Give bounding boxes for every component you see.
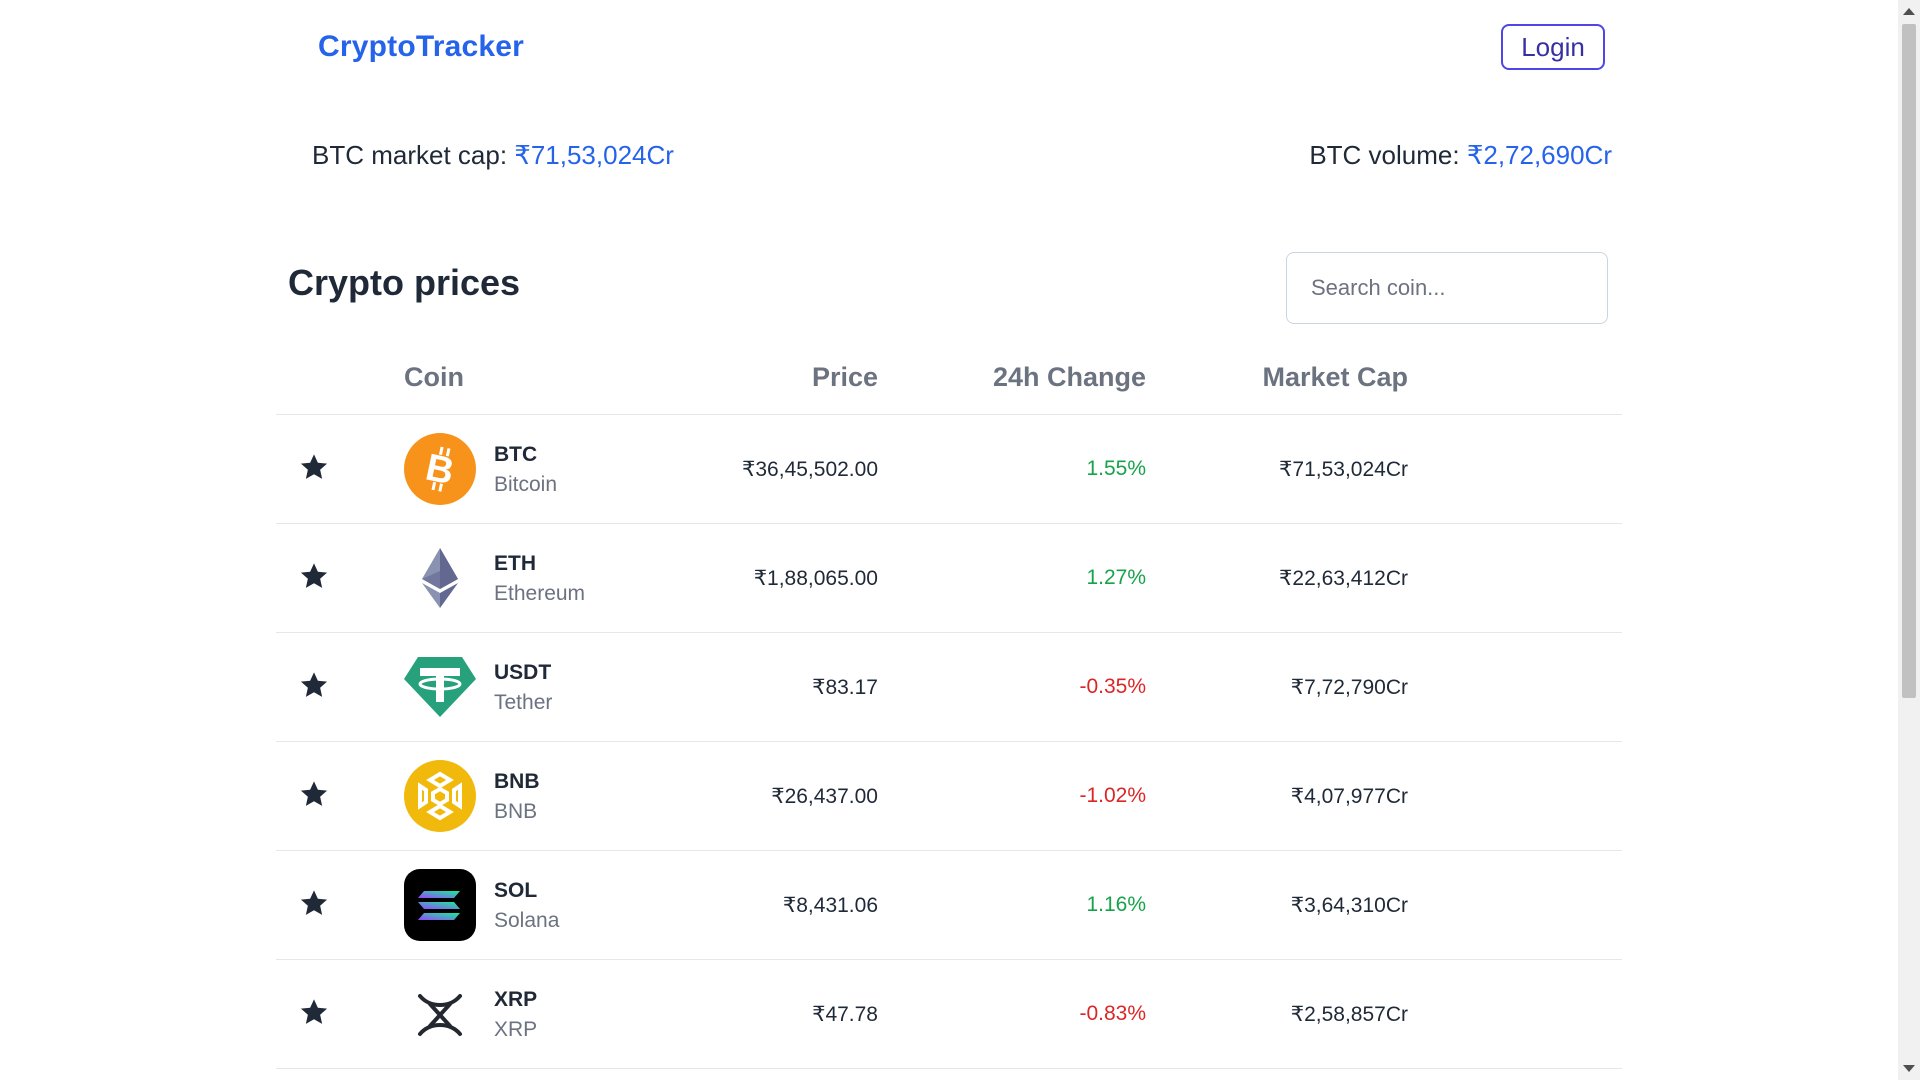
market-cap-label: BTC market cap: [312, 140, 515, 170]
table-header: Coin Price 24h Change Market Cap [276, 340, 1622, 415]
coin-name: Solana [494, 909, 560, 932]
coin-price: ₹36,45,502.00 [742, 458, 878, 481]
coin-name: XRP [494, 1018, 538, 1041]
btc-market-cap-stat: BTC market cap: ₹71,53,024Cr [312, 140, 674, 171]
favorite-star-icon[interactable] [298, 451, 330, 483]
coin-24h-change: -0.83% [1079, 1002, 1146, 1025]
favorite-star-icon[interactable] [298, 887, 330, 919]
table-row[interactable]: USDT Tether ₹83.17 -0.35% ₹7,72,790Cr [276, 633, 1622, 742]
coin-market-cap: ₹22,63,412Cr [1279, 567, 1408, 590]
coin-market-cap: ₹7,72,790Cr [1290, 676, 1408, 699]
scroll-down-arrow-icon[interactable] [1903, 1065, 1915, 1072]
coin-symbol: ETH [494, 552, 536, 575]
coin-market-cap: ₹3,64,310Cr [1290, 894, 1408, 917]
volume-value: ₹2,72,690Cr [1466, 140, 1612, 170]
table-row[interactable]: B BTC Bitcoin ₹36,45,502.00 1.55% ₹71,53,024C… [276, 415, 1622, 524]
table-row[interactable]: BNB BNB ₹26,437.00 -1.02% ₹4,07,977Cr [276, 742, 1622, 851]
page: CryptoTracker Login BTC market cap: ₹71,… [0, 0, 1920, 1080]
coin-24h-change: 1.55% [1086, 457, 1146, 480]
coin-symbol: BNB [494, 770, 540, 793]
scroll-thumb[interactable] [1902, 24, 1916, 698]
coin-name: Bitcoin [494, 473, 558, 496]
header-24h-change: 24h Change [992, 362, 1146, 392]
coin-market-cap: ₹4,07,977Cr [1290, 785, 1408, 808]
coin-price: ₹1,88,065.00 [753, 567, 878, 590]
coin-market-cap: ₹2,58,857Cr [1290, 1003, 1408, 1026]
volume-label: BTC volume: [1309, 140, 1467, 170]
coin-name: Tether [494, 691, 553, 714]
xrp-icon [404, 978, 476, 1050]
sol-icon [404, 869, 476, 941]
header-market-cap: Market Cap [1262, 362, 1408, 392]
favorite-star-icon[interactable] [298, 560, 330, 592]
eth-icon [404, 542, 476, 614]
header-price: Price [811, 362, 878, 392]
login-button[interactable]: Login [1501, 24, 1605, 70]
search-input[interactable] [1286, 252, 1608, 324]
market-cap-value: ₹71,53,024Cr [514, 140, 674, 170]
page-title: Crypto prices [288, 262, 521, 303]
brand-logo-text[interactable]: CryptoTracker [318, 30, 524, 64]
coin-price: ₹83.17 [812, 676, 878, 699]
scroll-up-arrow-icon[interactable] [1903, 8, 1915, 15]
vertical-scrollbar[interactable] [1898, 0, 1920, 1080]
table-row[interactable]: SOL Solana ₹8,431.06 1.16% ₹3,64,310Cr [276, 851, 1622, 960]
table-row[interactable]: XRP XRP ₹47.78 -0.83% ₹2,58,857Cr [276, 960, 1622, 1069]
favorite-star-icon[interactable] [298, 778, 330, 810]
btc-volume-stat: BTC volume: ₹2,72,690Cr [1309, 140, 1612, 171]
coin-market-cap: ₹71,53,024Cr [1279, 458, 1408, 481]
btc-icon: B [404, 433, 476, 505]
coin-24h-change: 1.27% [1086, 566, 1146, 589]
coin-price: ₹47.78 [812, 1003, 878, 1026]
coin-24h-change: -1.02% [1079, 784, 1146, 807]
coin-symbol: USDT [494, 661, 552, 684]
coin-symbol: BTC [494, 443, 538, 466]
usdt-icon [404, 651, 476, 723]
header-coin: Coin [404, 362, 464, 392]
coin-name: Ethereum [494, 582, 586, 605]
coin-price: ₹26,437.00 [771, 785, 878, 808]
table-row[interactable]: ETH Ethereum ₹1,88,065.00 1.27% ₹22,63,412Cr [276, 524, 1622, 633]
coin-name: BNB [494, 800, 538, 823]
bnb-icon [404, 760, 476, 832]
favorite-star-icon[interactable] [298, 996, 330, 1028]
coin-24h-change: 1.16% [1086, 893, 1146, 916]
coin-24h-change: -0.35% [1079, 675, 1146, 698]
favorite-star-icon[interactable] [298, 669, 330, 701]
coin-price: ₹8,431.06 [782, 894, 878, 917]
coin-symbol: SOL [494, 879, 538, 902]
coin-symbol: XRP [494, 988, 538, 1011]
